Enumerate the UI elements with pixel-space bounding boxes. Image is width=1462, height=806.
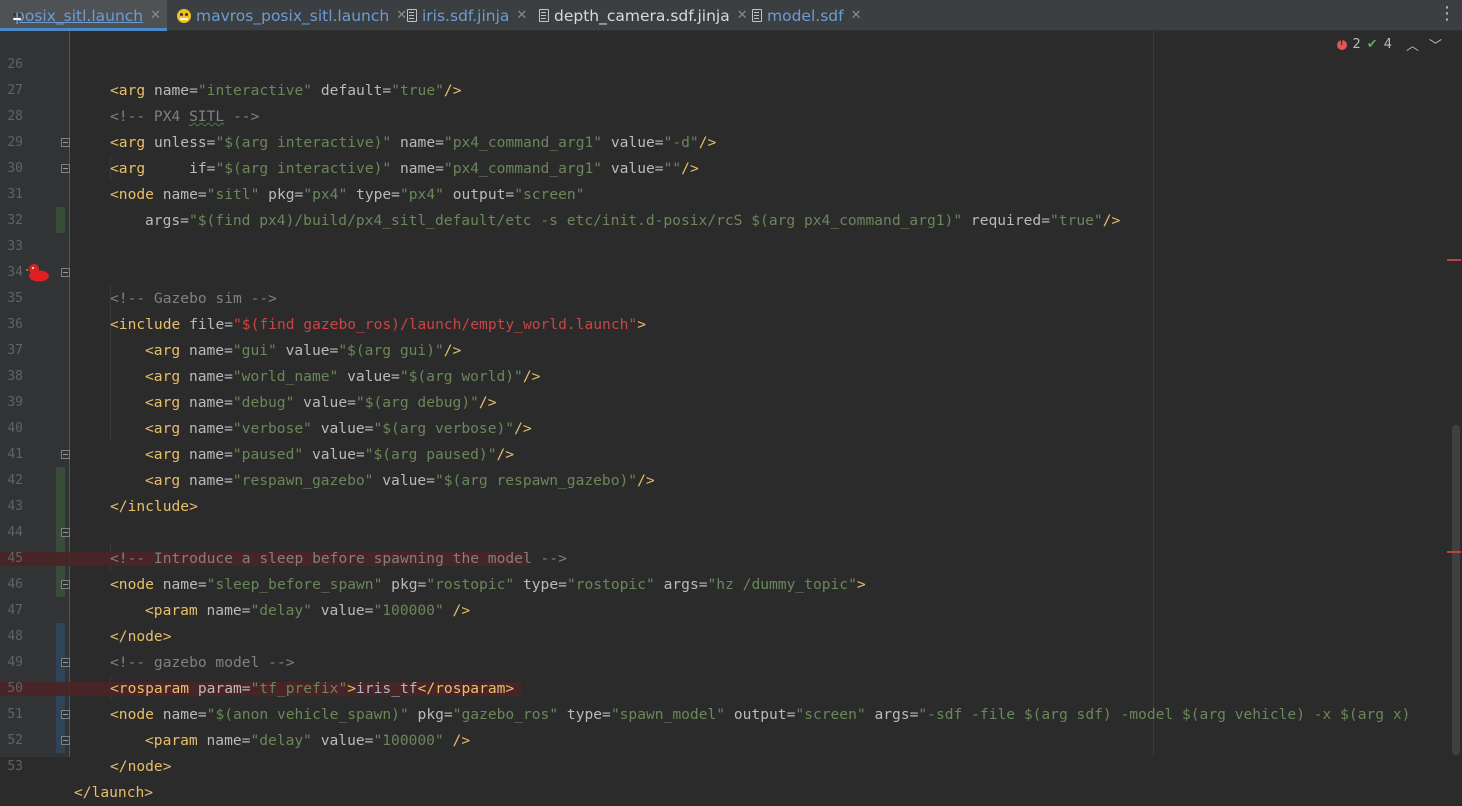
code-line[interactable]: 44 <!-- Introduce a sleep before spawnin… bbox=[0, 494, 1462, 567]
code-line[interactable]: 28 <arg unless="$(arg interactive)" name… bbox=[0, 78, 1462, 151]
more-tabs-icon[interactable]: ⋮ bbox=[1438, 3, 1456, 24]
ros-icon bbox=[177, 8, 191, 23]
xml-tag: </launch> bbox=[74, 784, 154, 801]
code-line[interactable]: 36 <arg name="gui" value="$(arg gui)"/> bbox=[0, 286, 1462, 359]
code-line[interactable]: 50 <node name="$(anon vehicle_spawn)" pk… bbox=[0, 650, 1462, 723]
code-line[interactable]: 30 <node name="sitl" pkg="px4" type="px4… bbox=[0, 130, 1462, 203]
code-line[interactable]: 47 </node> bbox=[0, 572, 1462, 645]
xml-tag: </node> bbox=[110, 758, 172, 775]
error-stripe-mark[interactable] bbox=[1447, 551, 1461, 553]
error-count: 2 bbox=[1352, 37, 1361, 52]
code-line[interactable]: 27 <!-- PX4 SITL --> bbox=[0, 52, 1462, 125]
line-number: 53 bbox=[7, 759, 23, 774]
error-icon bbox=[1336, 38, 1347, 50]
code-line[interactable]: 45 <node name="sleep_before_spawn" pkg="… bbox=[0, 520, 1462, 593]
code-line[interactable]: 53 </launch> bbox=[0, 728, 1462, 801]
tab-label: model.sdf bbox=[767, 6, 844, 25]
code-line[interactable]: 37 <arg name="world_name" value="$(arg w… bbox=[0, 312, 1462, 385]
file-icon bbox=[539, 9, 549, 22]
code-line[interactable]: 48 <!-- gazebo model --> bbox=[0, 598, 1462, 671]
code-line[interactable]: 41 <arg name="respawn_gazebo" value="$(a… bbox=[0, 416, 1462, 489]
code-line[interactable]: 52 </node> bbox=[0, 702, 1462, 775]
code-line[interactable]: 34 <!-- Gazebo sim --> bbox=[0, 234, 1462, 307]
code-line[interactable]: 39 <arg name="verbose" value="$(arg verb… bbox=[0, 364, 1462, 437]
code-line[interactable]: 40 <arg name="paused" value="$(arg pause… bbox=[0, 390, 1462, 463]
code-line[interactable]: 35 <include file="$(find gazebo_ros)/lau… bbox=[0, 260, 1462, 333]
code-line[interactable]: 43 bbox=[0, 468, 1462, 514]
code-line[interactable]: 29 <arg if="$(arg interactive)" name="px… bbox=[0, 104, 1462, 177]
code-line[interactable]: 46 <param name="delay" value="100000" /> bbox=[0, 546, 1462, 619]
file-icon bbox=[752, 9, 762, 22]
close-icon[interactable]: ✕ bbox=[150, 8, 161, 23]
code-line[interactable]: 32 bbox=[0, 182, 1462, 228]
tab-label: posix_sitl.launch bbox=[15, 6, 144, 25]
chevron-up-icon[interactable]: ︿ bbox=[1406, 35, 1419, 54]
code-line[interactable]: 38 <arg name="debug" value="$(arg debug)… bbox=[0, 338, 1462, 411]
check-count: 4 bbox=[1383, 37, 1392, 52]
inspection-status[interactable]: 2 ✔ 4 ︿ ﹀ bbox=[1336, 35, 1442, 54]
vertical-scrollbar[interactable] bbox=[1452, 425, 1460, 755]
close-icon[interactable]: ✕ bbox=[851, 8, 862, 23]
tab-label: mavros_posix_sitl.launch bbox=[196, 6, 390, 25]
code-line[interactable]: 51 <param name="delay" value="100000" /> bbox=[0, 676, 1462, 749]
check-icon: ✔ bbox=[1366, 37, 1378, 52]
file-icon bbox=[407, 9, 417, 22]
code-line[interactable]: 31 args="$(find px4)/build/px4_sitl_defa… bbox=[0, 156, 1462, 229]
code-line[interactable]: 42 </include> bbox=[0, 442, 1462, 515]
chevron-down-icon[interactable]: ﹀ bbox=[1429, 35, 1442, 54]
code-line[interactable]: 33 bbox=[0, 208, 1462, 254]
code-line[interactable]: 26 <arg name="interactive" default="true… bbox=[0, 26, 1462, 99]
code-line[interactable]: 49 <rosparam param="tf_prefix">iris_tf</… bbox=[0, 624, 1462, 697]
error-stripe-mark[interactable] bbox=[1447, 259, 1461, 261]
close-icon[interactable]: ✕ bbox=[516, 8, 527, 23]
tab-label: depth_camera.sdf.jinja bbox=[554, 6, 730, 25]
tab-label: iris.sdf.jinja bbox=[422, 6, 510, 25]
